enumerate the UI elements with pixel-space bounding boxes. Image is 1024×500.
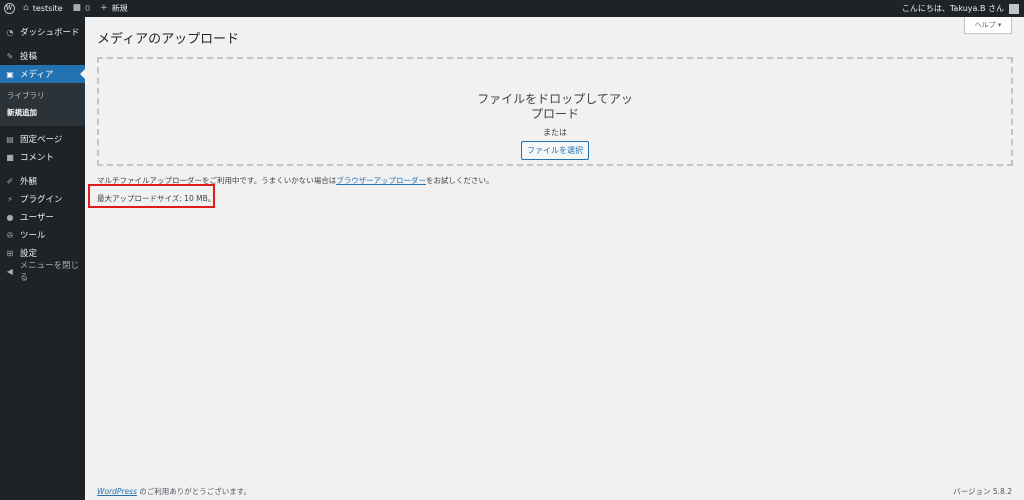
select-files-button[interactable]: ファイルを選択: [521, 141, 589, 160]
comment-bubble-icon: ■: [72, 3, 82, 13]
sidebar-item-label: 投稿: [20, 52, 38, 62]
media-submenu: ライブラリ 新規追加: [0, 83, 85, 126]
uploader-info-text-end: をお試しください。: [425, 176, 494, 185]
comment-icon: ■: [6, 152, 14, 162]
sidebar-item-label: 固定ページ: [20, 135, 63, 145]
my-account[interactable]: こんにちは、Takuya.B さん: [902, 3, 1024, 14]
submenu-item-library[interactable]: ライブラリ: [0, 87, 85, 104]
sidebar-item-label: 設定: [20, 249, 38, 259]
sidebar-item-label: メディア: [20, 70, 54, 80]
media-icon: ▣: [6, 69, 14, 79]
settings-icon: ⊞: [6, 248, 14, 258]
comments-count: 0: [85, 4, 91, 13]
sidebar-item-label: ダッシュボード: [20, 28, 80, 38]
sidebar-item-tools[interactable]: ✇ ツール: [0, 226, 85, 244]
home-icon: ⌂: [23, 3, 29, 13]
wordpress-logo-icon: W: [3, 3, 15, 14]
site-name-link[interactable]: ⌂ testsite: [18, 0, 68, 17]
pin-icon: ✎: [6, 51, 14, 61]
footer-version: バージョン 5.8.2: [953, 487, 1012, 496]
paintbrush-icon: ✐: [6, 176, 14, 186]
sidebar-item-label: コメント: [20, 153, 55, 163]
pages-icon: ▤: [6, 134, 14, 144]
collapse-arrow-icon: ◀: [6, 266, 13, 276]
max-upload-size: 最大アップロードサイズ: 10 MB。: [97, 194, 216, 203]
site-name: testsite: [32, 4, 63, 13]
user-icon: ●: [6, 212, 14, 222]
sidebar-item-pages[interactable]: ▤ 固定ページ: [0, 130, 85, 148]
browser-uploader-link[interactable]: ブラウザーアップローダー: [336, 176, 426, 185]
sidebar-item-label: プラグイン: [20, 195, 63, 205]
comments-link[interactable]: ■ 0: [68, 0, 96, 17]
new-label: 新規: [111, 4, 128, 13]
dashboard-icon: ◔: [6, 27, 14, 37]
drop-instructions: ファイルをドロップしてアップロード: [477, 92, 633, 121]
greeting: こんにちは、Takuya.B さん: [901, 4, 1004, 13]
new-content-link[interactable]: + 新規: [95, 0, 133, 17]
footer-thanks-text: のご利用ありがとうございます。: [136, 487, 252, 496]
submenu-item-add-new[interactable]: 新規追加: [0, 104, 85, 121]
admin-sidebar: ◔ ダッシュボード ✎ 投稿 ▣ メディア ライブラリ 新規追加 ▤ 固定ページ…: [0, 17, 85, 500]
footer-thanks: WordPress のご利用ありがとうございます。: [97, 486, 251, 497]
plus-icon: +: [100, 3, 108, 13]
sidebar-item-plugins[interactable]: ⚡ プラグイン: [0, 190, 85, 208]
sidebar-item-appearance[interactable]: ✐ 外観: [0, 172, 85, 190]
avatar: [1009, 3, 1019, 14]
main-content: ヘルプ ▾ メディアのアップロード ファイルをドロップしてアップロード または …: [85, 17, 1024, 500]
sidebar-item-comments[interactable]: ■ コメント: [0, 148, 85, 166]
collapse-menu-button[interactable]: ◀ メニューを閉じる: [0, 261, 85, 283]
admin-bar: W ⌂ testsite ■ 0 + 新規 こんにちは、Takuya.B さん: [0, 0, 1024, 17]
wp-logo-menu[interactable]: W: [0, 0, 18, 17]
sidebar-item-label: メニューを閉じる: [19, 261, 80, 283]
sidebar-item-label: 外観: [20, 177, 38, 187]
file-drop-zone[interactable]: ファイルをドロップしてアップロード または ファイルを選択: [97, 57, 1013, 166]
wordpress-link[interactable]: WordPress: [97, 487, 137, 496]
sidebar-item-users[interactable]: ● ユーザー: [0, 208, 85, 226]
or-label: または: [543, 128, 567, 137]
plugin-icon: ⚡: [7, 194, 13, 204]
sidebar-item-label: ツール: [20, 231, 46, 241]
sidebar-item-dashboard[interactable]: ◔ ダッシュボード: [0, 23, 85, 41]
sidebar-item-posts[interactable]: ✎ 投稿: [0, 47, 85, 65]
sidebar-item-label: ユーザー: [20, 213, 54, 223]
help-tab-button[interactable]: ヘルプ ▾: [964, 17, 1012, 34]
wrench-icon: ✇: [6, 230, 14, 240]
page-title: メディアのアップロード: [97, 32, 240, 47]
sidebar-item-media[interactable]: ▣ メディア: [0, 65, 85, 83]
